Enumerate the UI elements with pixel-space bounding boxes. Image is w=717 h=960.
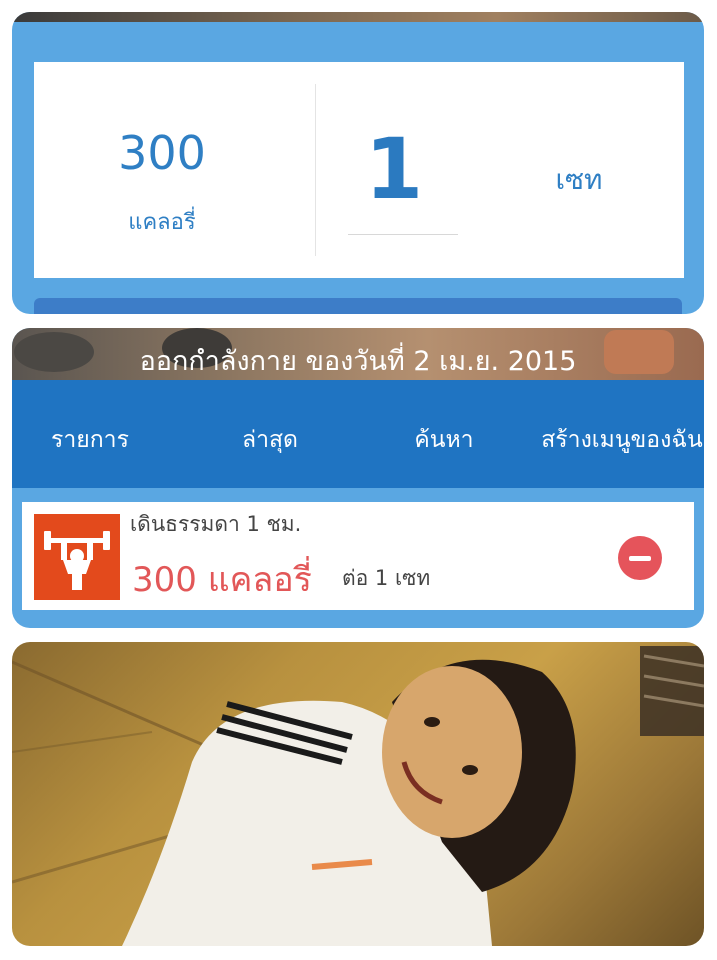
sets-unit-label: เซท — [555, 163, 603, 196]
summary-bottom-bar — [34, 298, 682, 314]
photo-illustration — [12, 646, 704, 946]
exercise-panel: ออกกำลังกาย ของวันที่ 2 เม.ย. 2015 รายกา… — [12, 328, 704, 628]
summary-panel: 300 แคลอรี่ 1 เซท — [12, 12, 704, 314]
summary-card: 300 แคลอรี่ 1 เซท — [34, 62, 684, 278]
exercise-date-title: ออกกำลังกาย ของวันที่ 2 เม.ย. 2015 — [139, 346, 577, 377]
weightlifting-icon — [34, 514, 120, 600]
minus-icon — [629, 556, 651, 561]
exercise-list-item[interactable]: เดินธรรมดา 1 ชม. 300 แคลอรี่ ต่อ 1 เซท — [22, 502, 694, 610]
tab-bar: รายการ ล่าสุด ค้นหา สร้างเมนูของฉัน — [12, 380, 704, 538]
exercise-name: เดินธรรมดา 1 ชม. — [130, 512, 302, 536]
tab-create-my-menu[interactable]: สร้างเมนูของฉัน — [532, 422, 704, 458]
sets-count[interactable]: 1 — [334, 120, 454, 218]
background-photo-strip — [12, 12, 704, 22]
tab-recent[interactable]: ล่าสุด — [210, 422, 330, 458]
user-photo — [12, 642, 704, 946]
exercise-calories: 300 แคลอรี่ — [132, 560, 312, 600]
calories-unit-label: แคลอรี่ — [128, 210, 196, 235]
tab-list[interactable]: รายการ — [30, 422, 150, 458]
divider — [315, 84, 316, 256]
remove-exercise-button[interactable] — [618, 536, 662, 580]
tab-search[interactable]: ค้นหา — [384, 422, 504, 458]
calories-total: 300 — [118, 126, 206, 180]
sets-input-underline — [348, 234, 458, 235]
exercise-header: ออกกำลังกาย ของวันที่ 2 เม.ย. 2015 — [12, 328, 704, 380]
exercise-per-set: ต่อ 1 เซท — [342, 566, 431, 590]
